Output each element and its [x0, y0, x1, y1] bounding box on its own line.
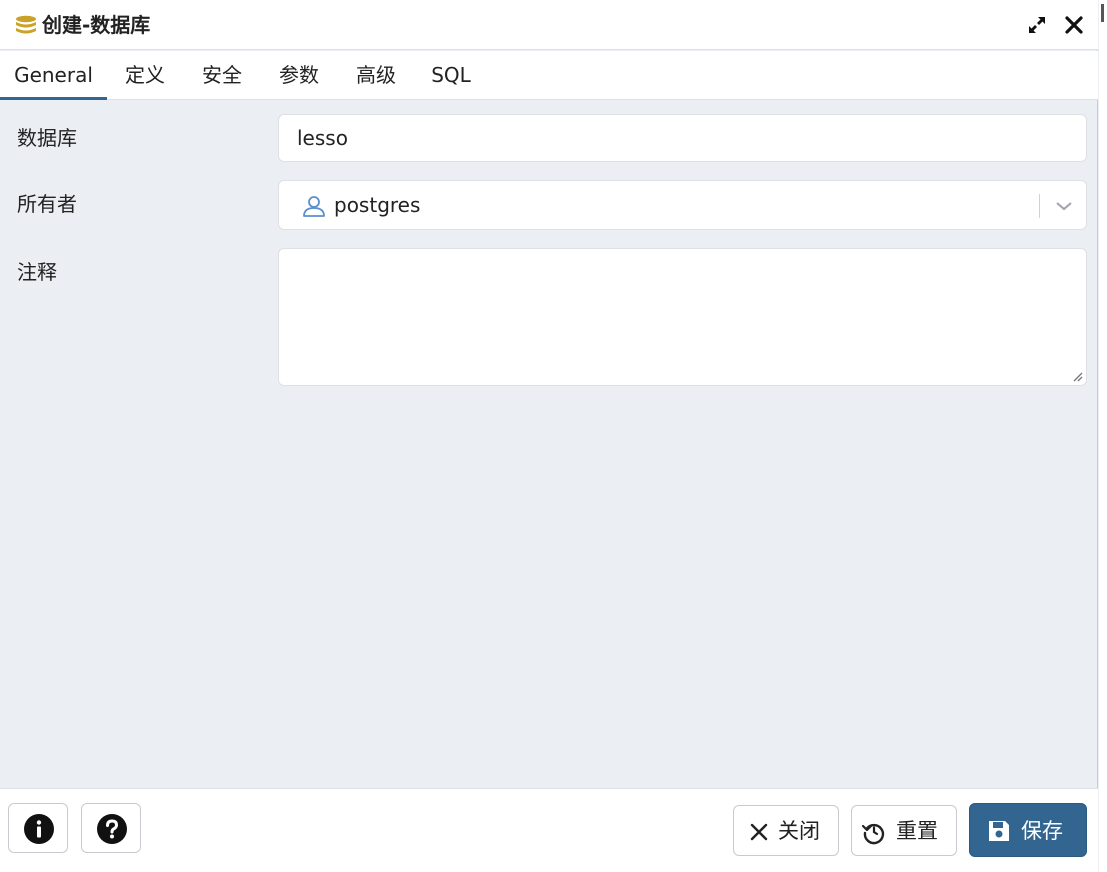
close-button-label: 关闭 [778, 819, 820, 843]
close-button[interactable]: 关闭 [733, 805, 839, 856]
database-name-input[interactable]: lesso [278, 114, 1087, 162]
tab-security[interactable]: 安全 [193, 51, 251, 100]
tab-sql[interactable]: SQL [422, 51, 480, 100]
user-icon [303, 196, 325, 217]
help-button[interactable] [81, 803, 141, 853]
save-button[interactable]: 保存 [969, 803, 1087, 857]
save-icon [989, 821, 1009, 841]
dialog-header: 创建-数据库 [0, 0, 1098, 50]
dialog-footer: 关闭 重置 保存 [0, 788, 1098, 872]
comment-label: 注释 [17, 260, 57, 284]
database-label: 数据库 [17, 126, 77, 150]
database-name-value: lesso [297, 126, 348, 150]
window-edge [1099, 0, 1107, 872]
select-separator [1039, 194, 1040, 218]
chevron-down-icon[interactable] [1053, 197, 1075, 215]
reset-button[interactable]: 重置 [851, 805, 957, 856]
create-database-dialog: 创建-数据库 General 定义 安全 参数 高级 SQL 数据库 lesso… [0, 0, 1098, 872]
expand-icon[interactable] [1026, 14, 1048, 36]
reset-button-label: 重置 [896, 819, 938, 843]
close-x-icon [750, 823, 768, 841]
info-icon [24, 814, 54, 844]
tab-bar: General 定义 安全 参数 高级 SQL [0, 51, 1098, 100]
close-icon[interactable] [1062, 13, 1086, 37]
owner-select[interactable]: postgres [278, 180, 1087, 230]
edge-marker [1101, 4, 1104, 22]
help-icon [97, 814, 127, 844]
tab-definition[interactable]: 定义 [116, 51, 174, 100]
tab-advanced[interactable]: 高级 [347, 51, 405, 100]
tab-parameters[interactable]: 参数 [270, 51, 328, 100]
comment-textarea[interactable] [278, 248, 1087, 386]
tab-general[interactable]: General [0, 51, 107, 100]
save-button-label: 保存 [1021, 819, 1063, 843]
owner-value: postgres [334, 193, 421, 217]
info-button[interactable] [8, 803, 68, 853]
database-icon [16, 15, 36, 34]
owner-label: 所有者 [17, 192, 77, 216]
resize-grip-icon[interactable] [1070, 369, 1084, 383]
reset-icon [861, 823, 885, 845]
dialog-title: 创建-数据库 [42, 13, 151, 37]
